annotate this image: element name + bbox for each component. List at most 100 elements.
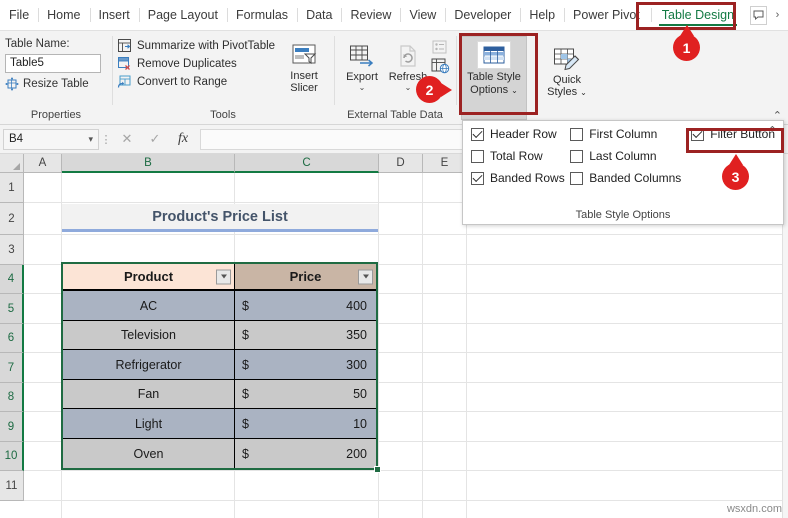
column-header-e[interactable]: E bbox=[423, 154, 467, 173]
row-header-2[interactable]: 2 bbox=[0, 203, 24, 235]
table-header-price[interactable]: Price bbox=[234, 264, 376, 291]
cell-product[interactable]: Refrigerator bbox=[63, 350, 234, 380]
insert-function-icon[interactable]: fx bbox=[169, 129, 197, 150]
convert-to-range-button[interactable]: Convert to Range bbox=[117, 74, 275, 89]
filter-button-price[interactable] bbox=[358, 269, 373, 284]
checkbox-first-column[interactable]: First Column bbox=[570, 127, 681, 141]
cell-price[interactable]: $ 400 bbox=[234, 291, 376, 321]
table-properties-icon[interactable] bbox=[431, 40, 450, 55]
row-header-5[interactable]: 5 bbox=[0, 294, 24, 324]
table-row[interactable]: Refrigerator $ 300 bbox=[63, 350, 376, 380]
row-header-10[interactable]: 10 bbox=[0, 442, 24, 471]
tab-power-pivot[interactable]: Power Pivot bbox=[564, 3, 649, 27]
checkbox-icon[interactable] bbox=[471, 171, 484, 185]
cell-product[interactable]: AC bbox=[63, 291, 234, 321]
remove-duplicates-icon bbox=[117, 56, 132, 71]
tab-file[interactable]: File bbox=[0, 3, 38, 27]
resize-table-button[interactable]: Resize Table bbox=[5, 77, 107, 91]
checkbox-banded-columns[interactable]: Banded Columns bbox=[570, 171, 681, 185]
table-row[interactable]: Oven $ 200 bbox=[63, 439, 376, 468]
table-row[interactable]: Fan $ 50 bbox=[63, 380, 376, 409]
tab-developer[interactable]: Developer bbox=[445, 3, 520, 27]
checkbox-header-row[interactable]: Header Row bbox=[471, 127, 570, 141]
refresh-caret-icon[interactable]: ⌄ bbox=[405, 83, 412, 92]
checkbox-last-column[interactable]: Last Column bbox=[570, 149, 681, 163]
quick-styles-button[interactable]: Quick Styles ⌄ bbox=[539, 36, 595, 99]
cancel-icon[interactable]: ✕ bbox=[113, 129, 141, 150]
tab-review[interactable]: Review bbox=[341, 3, 400, 27]
ribbon-group-tools: Summarize with PivotTable Remove Duplica… bbox=[112, 31, 334, 124]
open-in-browser-icon[interactable] bbox=[431, 58, 450, 74]
price-value: 10 bbox=[353, 416, 367, 431]
tab-home[interactable]: Home bbox=[38, 3, 89, 27]
group-label-properties: Properties bbox=[30, 109, 82, 121]
tab-table-design[interactable]: Table Design bbox=[650, 3, 745, 27]
table-style-options-button[interactable]: Table Style Options ⌄ bbox=[461, 36, 527, 120]
checkbox-icon[interactable] bbox=[570, 171, 584, 185]
checkbox-icon[interactable] bbox=[471, 149, 484, 163]
row-header-4[interactable]: 4 bbox=[0, 265, 24, 294]
column-header-d[interactable]: D bbox=[379, 154, 423, 173]
checkbox-icon[interactable] bbox=[570, 149, 584, 163]
checkbox-icon[interactable] bbox=[471, 127, 484, 141]
row-header-6[interactable]: 6 bbox=[0, 324, 24, 353]
export-caret-icon[interactable]: ⌄ bbox=[359, 83, 366, 92]
cell-product[interactable]: Light bbox=[63, 409, 234, 439]
row-header-3[interactable]: 3 bbox=[0, 235, 24, 265]
tab-formulas[interactable]: Formulas bbox=[226, 3, 297, 27]
insert-slicer-button[interactable]: Insert Slicer bbox=[281, 34, 327, 94]
checkbox-column-2: First Column Last Column Banded Columns bbox=[570, 127, 681, 185]
enter-icon[interactable]: ✓ bbox=[141, 129, 169, 150]
remove-duplicates-label: Remove Duplicates bbox=[137, 57, 237, 70]
formula-bar-divider: ⋮ bbox=[100, 133, 112, 146]
cell-price[interactable]: $ 50 bbox=[234, 380, 376, 409]
checkbox-banded-rows[interactable]: Banded Rows bbox=[471, 171, 570, 185]
chevron-right-icon[interactable]: › bbox=[769, 6, 786, 25]
export-button[interactable]: Export ⌄ bbox=[339, 38, 385, 92]
cell-price[interactable]: $ 350 bbox=[234, 321, 376, 350]
tab-help[interactable]: Help bbox=[520, 3, 564, 27]
panel-collapse-icon[interactable]: ⌃ bbox=[768, 124, 777, 137]
resize-table-label: Resize Table bbox=[23, 78, 89, 90]
title-cell[interactable]: Product's Price List bbox=[62, 204, 378, 232]
table-resize-handle[interactable] bbox=[374, 466, 381, 473]
name-box[interactable]: B4 ▾ bbox=[3, 128, 99, 150]
comments-icon[interactable] bbox=[750, 5, 767, 25]
name-box-value: B4 bbox=[9, 133, 24, 145]
column-header-b[interactable]: B bbox=[62, 154, 235, 173]
summarize-with-pivottable-button[interactable]: Summarize with PivotTable bbox=[117, 38, 275, 53]
excel-table[interactable]: Product Price AC $ 400 Television $ 350 … bbox=[61, 262, 381, 473]
column-header-a[interactable]: A bbox=[24, 154, 62, 173]
row-header-1[interactable]: 1 bbox=[0, 173, 24, 203]
checkbox-filter-button[interactable]: Filter Button bbox=[681, 127, 775, 141]
row-header-7[interactable]: 7 bbox=[0, 353, 24, 383]
slicer-icon bbox=[291, 40, 317, 70]
cell-product[interactable]: Oven bbox=[63, 439, 234, 468]
row-header-11[interactable]: 11 bbox=[0, 471, 24, 501]
tab-data[interactable]: Data bbox=[297, 3, 341, 27]
filter-button-product[interactable] bbox=[216, 269, 231, 284]
cell-product[interactable]: Television bbox=[63, 321, 234, 350]
table-row[interactable]: Light $ 10 bbox=[63, 409, 376, 439]
checkbox-icon[interactable] bbox=[570, 127, 584, 141]
select-all-corner[interactable] bbox=[0, 154, 24, 173]
remove-duplicates-button[interactable]: Remove Duplicates bbox=[117, 56, 275, 71]
table-row[interactable]: AC $ 400 bbox=[63, 291, 376, 321]
tab-insert[interactable]: Insert bbox=[89, 3, 139, 27]
column-header-c[interactable]: C bbox=[235, 154, 379, 173]
pivottable-icon bbox=[117, 38, 132, 53]
cell-price[interactable]: $ 10 bbox=[234, 409, 376, 439]
cell-price[interactable]: $ 300 bbox=[234, 350, 376, 380]
row-header-9[interactable]: 9 bbox=[0, 412, 24, 442]
checkbox-total-row[interactable]: Total Row bbox=[471, 149, 570, 163]
checkbox-icon[interactable] bbox=[691, 127, 705, 141]
table-header-product[interactable]: Product bbox=[63, 264, 234, 291]
cell-product[interactable]: Fan bbox=[63, 380, 234, 409]
tab-view[interactable]: View bbox=[400, 3, 445, 27]
table-row[interactable]: Television $ 350 bbox=[63, 321, 376, 350]
tab-page-layout[interactable]: Page Layout bbox=[138, 3, 227, 27]
row-header-8[interactable]: 8 bbox=[0, 383, 24, 412]
cell-price[interactable]: $ 200 bbox=[234, 439, 376, 468]
table-name-input[interactable]: Table5 bbox=[5, 54, 101, 73]
table-style-options-label-1: Table Style bbox=[467, 71, 521, 83]
